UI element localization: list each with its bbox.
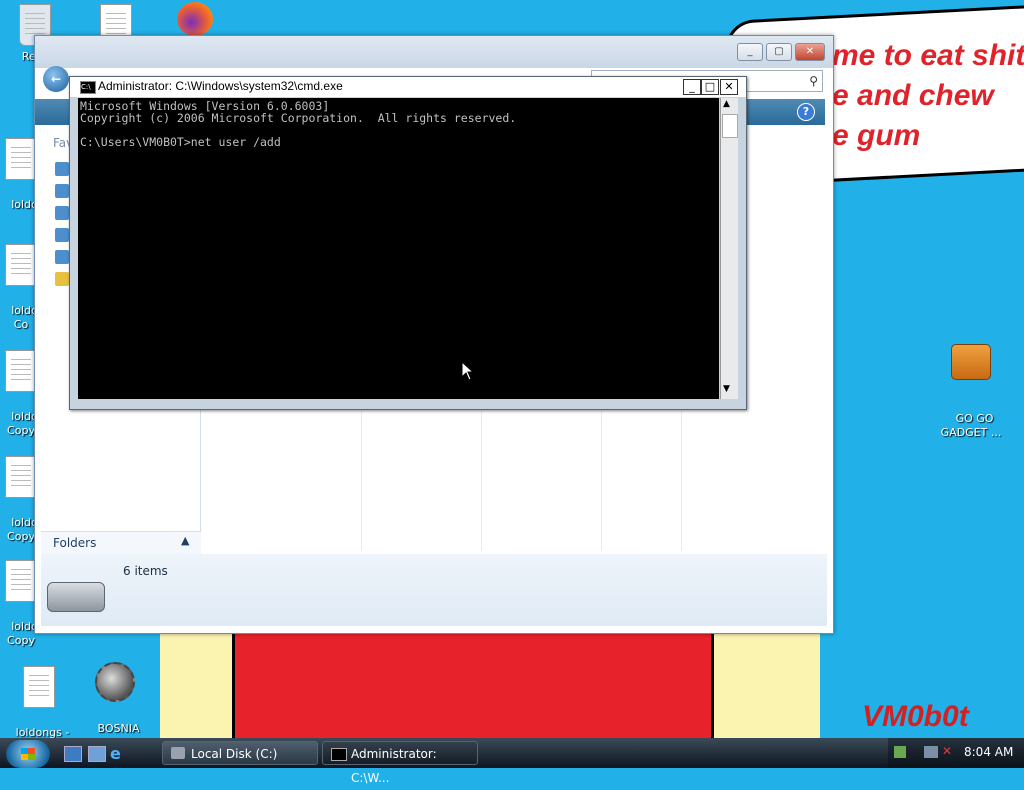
wallpaper-signature: VM0b0t <box>862 700 969 733</box>
folders-label: Folders <box>53 536 97 550</box>
taskbar-item-label: Local Disk (C:) <box>191 747 278 761</box>
desktop-icon-firefox[interactable] <box>160 2 230 36</box>
scroll-down-icon[interactable]: ▼ <box>723 384 730 394</box>
minimize-button[interactable]: _ <box>683 79 701 95</box>
chevron-up-icon: ▲ <box>181 534 190 547</box>
public-folder-icon[interactable] <box>55 272 69 286</box>
maximize-button[interactable]: ▢ <box>766 43 792 61</box>
drive-icon <box>47 582 105 612</box>
column-divider <box>601 411 602 551</box>
briefcase-icon <box>951 344 991 380</box>
volume-muted-icon[interactable]: ✕ <box>942 744 952 758</box>
folders-toggle[interactable]: Folders ▲ <box>41 531 201 554</box>
cmd-window[interactable]: C:\ Administrator: C:\Windows\system32\c… <box>69 76 747 410</box>
desktop-icon-bosnia-simulator[interactable]: BOSNIA SIMULATOR <box>80 634 150 750</box>
help-icon[interactable]: ? <box>797 103 815 121</box>
switch-windows-icon[interactable] <box>88 746 106 762</box>
console-scrollbar[interactable]: ▲ ▼ <box>720 98 738 399</box>
recently-changed-icon[interactable] <box>55 228 69 242</box>
wallpaper-cartoon-red <box>232 632 714 742</box>
start-button[interactable] <box>6 740 50 768</box>
firefox-icon <box>177 2 213 36</box>
scroll-up-icon[interactable]: ▲ <box>723 99 730 109</box>
cmd-icon <box>331 748 347 761</box>
close-button[interactable]: ✕ <box>795 43 825 61</box>
documents-icon[interactable] <box>55 162 69 176</box>
close-button[interactable]: ✕ <box>720 79 738 95</box>
mouse-cursor-icon <box>461 361 475 381</box>
console-output[interactable]: Microsoft Windows [Version 6.0.6003] Copy… <box>78 98 719 399</box>
minimize-button[interactable]: _ <box>737 43 763 61</box>
cmd-titlebar[interactable]: C:\ Administrator: C:\Windows\system32\c… <box>70 77 746 97</box>
pictures-icon[interactable] <box>55 184 69 198</box>
show-desktop-icon[interactable] <box>64 746 82 762</box>
clock[interactable]: 8:04 AM <box>964 745 1013 759</box>
text-file-icon <box>5 456 37 498</box>
system-tray: ✕ 8:04 AM <box>888 738 1024 768</box>
mine-icon <box>95 662 135 702</box>
text-file-icon <box>5 560 37 602</box>
monitor-icon[interactable] <box>924 746 938 758</box>
column-divider <box>481 411 482 551</box>
details-pane: 6 items <box>41 554 827 626</box>
taskbar-item-local-disk[interactable]: Local Disk (C:) <box>162 741 318 765</box>
cmd-icon: C:\ <box>80 81 96 94</box>
item-count: 6 items <box>123 564 168 578</box>
cmd-title: Administrator: C:\Windows\system32\cmd.e… <box>98 79 343 93</box>
column-divider <box>681 411 682 551</box>
windows-logo-icon <box>21 748 35 760</box>
search-icon: ⚲ <box>809 74 818 88</box>
maximize-button[interactable]: □ <box>701 79 719 95</box>
scroll-thumb[interactable] <box>722 114 738 138</box>
searches-icon[interactable] <box>55 250 69 264</box>
music-icon[interactable] <box>55 206 69 220</box>
drive-icon <box>171 747 185 759</box>
text-file-icon <box>23 666 55 708</box>
text-file-icon <box>5 350 37 392</box>
network-icon[interactable] <box>894 746 906 758</box>
wallpaper-caption: me to eat shit e and chew e gum <box>832 39 1024 152</box>
text-file-icon <box>5 244 37 286</box>
desktop-icon-loldongs-copy-5[interactable]: loldongs - Copy (5).txt <box>4 638 74 754</box>
internet-explorer-icon[interactable]: e <box>110 744 121 763</box>
text-file-icon <box>5 138 37 180</box>
desktop-icon-go-go-gadget[interactable]: GO GO GADGET ... <box>936 316 1006 440</box>
column-divider <box>361 411 362 551</box>
console-line: C:\Users\VM0B0T>net user /add <box>80 135 281 149</box>
explorer-titlebar[interactable]: _ ▢ ✕ <box>35 36 833 68</box>
back-arrow-icon[interactable]: ← <box>43 66 69 92</box>
console-line: Copyright (c) 2006 Microsoft Corporation… <box>80 111 517 125</box>
taskbar <box>0 738 1024 768</box>
taskbar-item-cmd[interactable]: Administrator: C:\W... <box>322 741 478 785</box>
desktop-icon-label: GO GO GADGET ... <box>940 412 1002 439</box>
